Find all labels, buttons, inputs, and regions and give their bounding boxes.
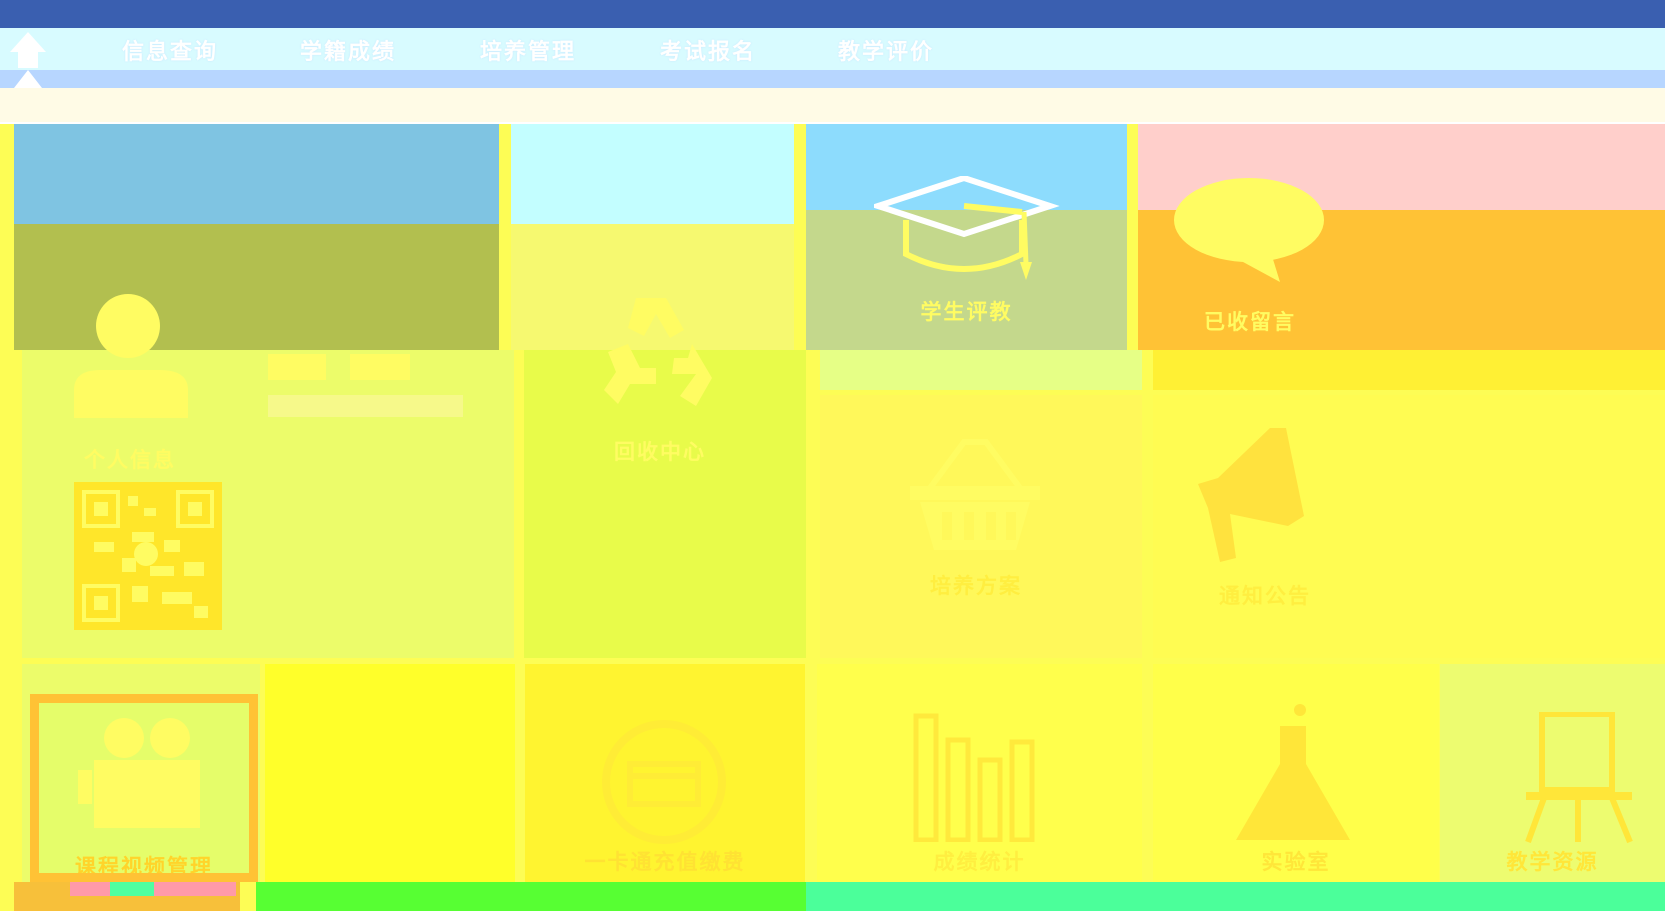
personal-info-block <box>350 354 410 380</box>
home-button[interactable] <box>8 30 48 88</box>
tile-label: 教学资源 <box>1506 850 1599 874</box>
person-icon[interactable] <box>70 294 210 418</box>
tile-band-blue <box>14 124 499 224</box>
tile-band-cyan <box>511 124 794 224</box>
recycle-icon[interactable] <box>596 292 728 416</box>
nav-label: 信息查询 <box>122 40 219 65</box>
tile-label-basket: 培养方案 <box>930 574 1022 598</box>
personal-info-line <box>268 395 463 417</box>
personal-info-block <box>268 354 326 380</box>
panel-strip-gold <box>1153 350 1665 390</box>
video-camera-icon <box>78 718 200 828</box>
tile-label-notice: 通知公告 <box>1219 584 1311 608</box>
panel-strip-light <box>820 350 1142 390</box>
tile-label: 学生评教 <box>920 300 1013 324</box>
tile-label: 课程视频管理 <box>75 855 213 879</box>
speech-bubble-icon[interactable] <box>1172 176 1326 286</box>
bar-chart-icon <box>913 713 1035 842</box>
header-bottom-strip <box>0 70 1665 88</box>
nav-training-management[interactable]: 培养管理 <box>480 30 576 70</box>
nav-label: 培养管理 <box>480 40 577 65</box>
nav-label: 考试报名 <box>660 40 757 65</box>
tile-label: 一卡通充值缴费 <box>584 850 746 874</box>
bottom-bar-mint <box>110 882 154 896</box>
tile-label-personal: 个人信息 <box>84 448 176 472</box>
easel-icon <box>1525 712 1633 844</box>
tile-empty <box>265 664 515 882</box>
header-top-strip <box>0 0 1665 28</box>
home-icon <box>10 32 46 88</box>
qr-code <box>74 482 222 630</box>
megaphone-icon[interactable] <box>1190 424 1314 564</box>
bottom-bar-pink <box>154 882 236 896</box>
nav-exam-registration[interactable]: 考试报名 <box>660 30 756 70</box>
flask-icon <box>1236 704 1350 840</box>
bottom-bar-mint-wide <box>806 882 1665 911</box>
nav-teaching-evaluation[interactable]: 教学评价 <box>838 30 934 70</box>
tile-label-recycle: 回收中心 <box>614 440 706 464</box>
qr-code-icon <box>82 490 214 622</box>
top-header <box>0 0 1665 92</box>
graduation-cap-icon <box>874 176 1060 280</box>
bottom-bar-pink <box>70 882 110 896</box>
header-nav-strip <box>0 28 1665 70</box>
tile-label: 成绩统计 <box>933 850 1026 874</box>
tile-label: 实验室 <box>1261 850 1331 874</box>
tile-label-messages: 已收留言 <box>1204 310 1296 334</box>
nav-info-query[interactable]: 信息查询 <box>122 30 218 70</box>
bottom-bar-green <box>256 882 806 911</box>
nav-label: 教学评价 <box>838 40 935 65</box>
basket-icon[interactable] <box>908 436 1042 554</box>
card-icon <box>602 720 726 844</box>
nav-student-records[interactable]: 学籍成绩 <box>300 30 396 70</box>
nav-label: 学籍成绩 <box>300 40 397 65</box>
content-top-band <box>0 88 1665 122</box>
